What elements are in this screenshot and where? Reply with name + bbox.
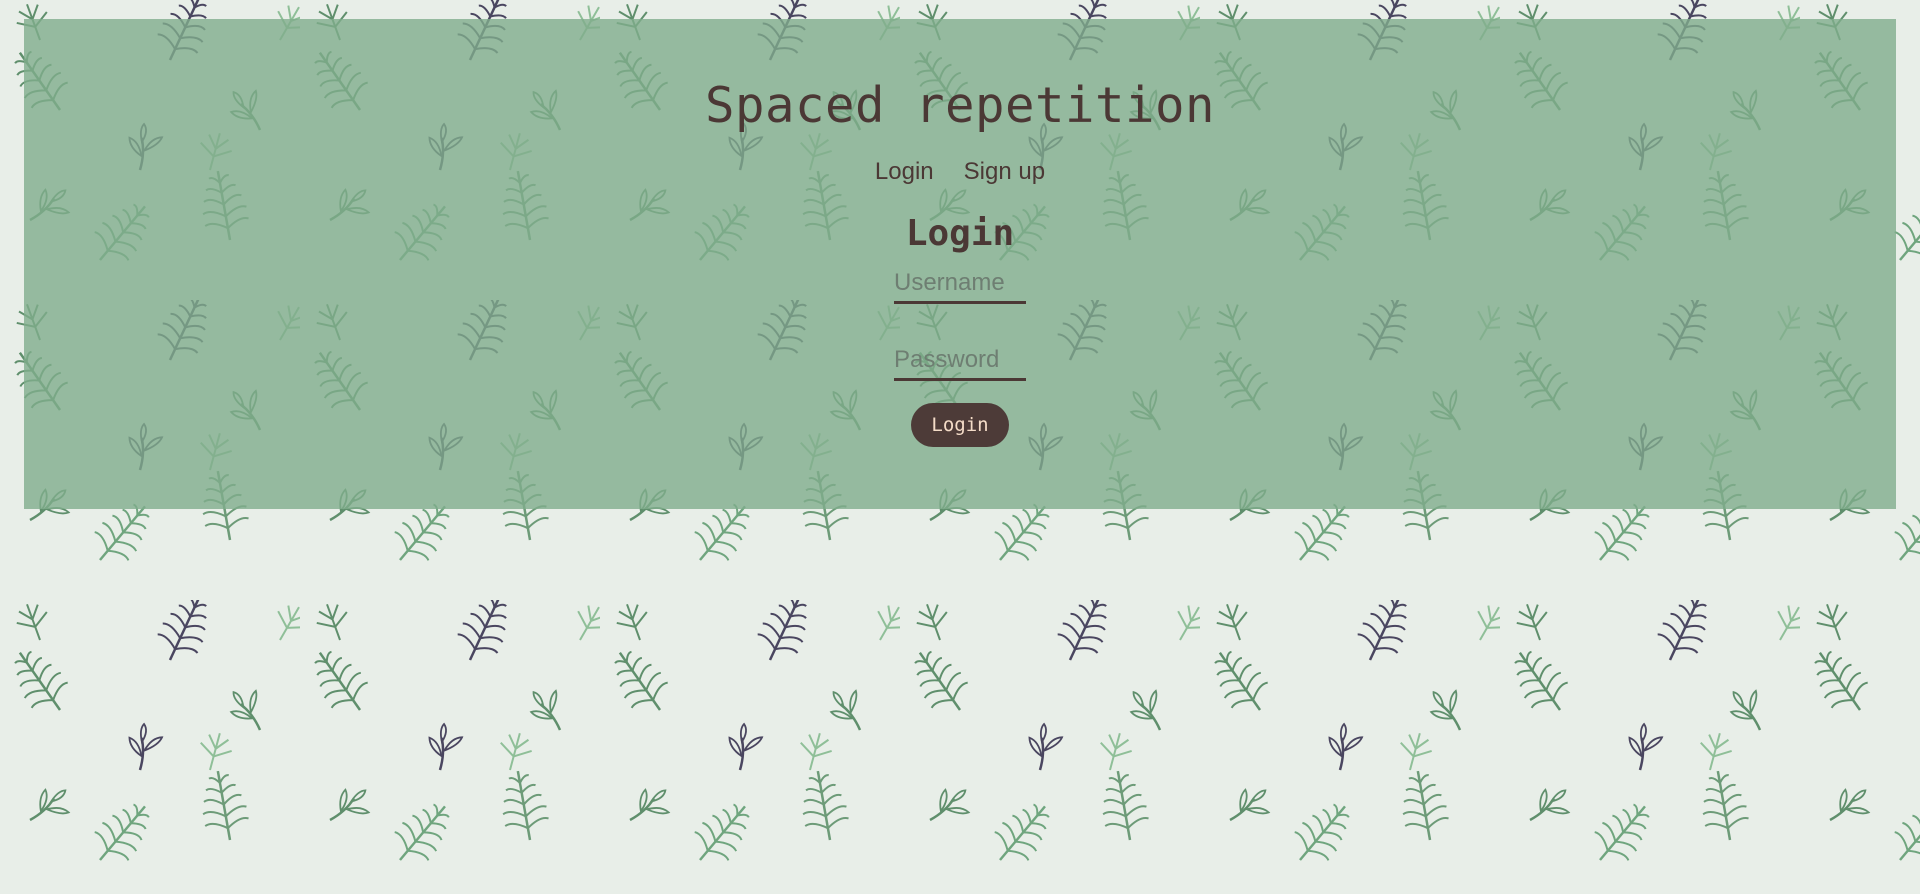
username-input[interactable] <box>894 264 1026 304</box>
main-nav: Login Sign up <box>24 158 1896 186</box>
login-form: Login <box>24 264 1896 447</box>
password-input[interactable] <box>894 341 1026 381</box>
login-submit-button[interactable]: Login <box>911 402 1009 447</box>
header-panel: Spaced repetition Login Sign up Login Lo… <box>24 19 1896 509</box>
site-title: Spaced repetition <box>704 77 1215 134</box>
nav-link-login[interactable]: Login <box>875 158 934 186</box>
nav-link-sign-up[interactable]: Sign up <box>964 158 1045 186</box>
login-form-title: Login <box>905 212 1015 254</box>
